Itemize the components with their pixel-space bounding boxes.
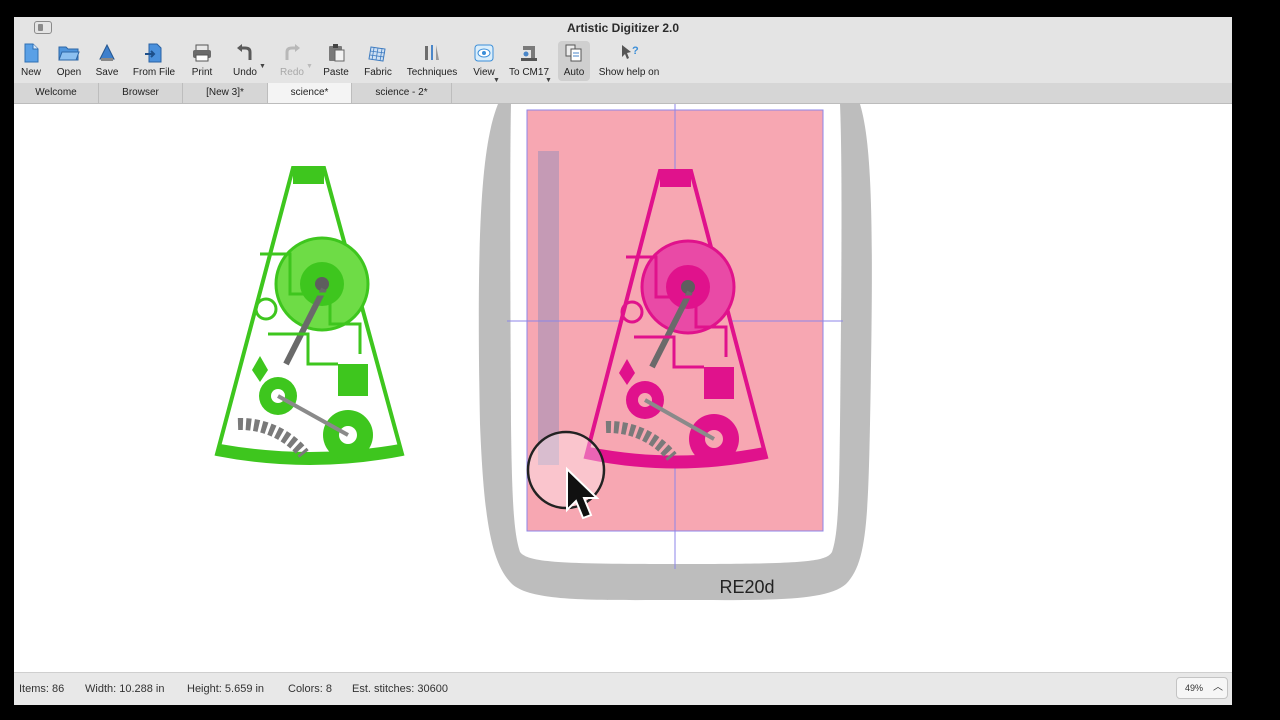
redo-icon	[280, 41, 304, 65]
zoom-value: 49%	[1185, 683, 1204, 693]
paste-icon	[324, 41, 348, 65]
to-cm17-button[interactable]: To CM17	[509, 41, 550, 81]
save-icon	[95, 41, 119, 65]
view-button[interactable]: View	[472, 41, 496, 81]
open-folder-icon	[57, 41, 81, 65]
zoom-control[interactable]: 49% ︿	[1176, 677, 1228, 699]
printer-icon	[190, 41, 214, 65]
auto-digitize-icon	[562, 41, 586, 65]
green-embroidery-design[interactable]	[214, 166, 405, 465]
toolbar: New Open Save From File Print Undo ▼ Red…	[14, 39, 1232, 84]
new-button[interactable]: New	[20, 41, 42, 81]
paste-label: Paste	[323, 67, 349, 78]
undo-dropdown-icon[interactable]: ▼	[259, 63, 266, 70]
undo-label: Undo	[233, 67, 257, 78]
app-window: Artistic Digitizer 2.0 New Open Save Fro…	[14, 17, 1232, 705]
status-stitches: Est. stitches: 30600	[352, 683, 448, 695]
from-file-label: From File	[132, 67, 176, 78]
save-label: Save	[95, 67, 119, 78]
auto-label: Auto	[563, 67, 585, 78]
status-items: Items: 86	[19, 683, 65, 695]
new-label: New	[20, 67, 41, 78]
new-document-icon	[19, 41, 43, 65]
tab-new-3[interactable]: [New 3]*	[183, 83, 268, 103]
techniques-icon	[420, 41, 444, 65]
techniques-label: Techniques	[406, 67, 458, 78]
fabric-label: Fabric	[364, 67, 392, 78]
hoop-label: RE20d	[719, 577, 774, 597]
status-height: Height: 5.659 in	[187, 683, 265, 695]
print-button[interactable]: Print	[189, 41, 215, 81]
from-file-button[interactable]: From File	[132, 41, 176, 81]
status-bar: Items: 86 Width: 10.288 in Height: 5.659…	[14, 672, 1232, 705]
help-cursor-icon: ?	[617, 41, 641, 65]
undo-button[interactable]: Undo	[232, 41, 258, 81]
window-title: Artistic Digitizer 2.0	[566, 21, 680, 35]
redo-dropdown-icon[interactable]: ▼	[306, 63, 313, 70]
tab-science[interactable]: science*	[268, 83, 352, 103]
show-help-on-button[interactable]: ? Show help on	[598, 41, 660, 81]
redo-button[interactable]: Redo	[280, 41, 304, 81]
paste-button[interactable]: Paste	[323, 41, 349, 81]
design-canvas[interactable]: RE20d	[14, 104, 1232, 672]
status-width: Width: 10.288 in	[85, 683, 165, 695]
title-bar: Artistic Digitizer 2.0	[14, 17, 1232, 39]
save-button[interactable]: Save	[96, 41, 118, 81]
tab-science-2[interactable]: science - 2*	[352, 83, 452, 103]
tab-welcome[interactable]: Welcome	[14, 83, 99, 103]
view-label: View	[473, 67, 495, 78]
fabric-button[interactable]: Fabric	[364, 41, 392, 81]
import-file-icon	[142, 41, 166, 65]
document-tabs: Welcome Browser [New 3]* science* scienc…	[14, 83, 1232, 104]
to-cm17-label: To CM17	[509, 67, 550, 78]
open-label: Open	[56, 67, 82, 78]
status-colors: Colors: 8	[288, 683, 333, 695]
svg-text:?: ?	[632, 45, 639, 57]
redo-label: Redo	[280, 67, 304, 78]
undo-icon	[233, 41, 257, 65]
sidebar-toggle-icon[interactable]	[34, 21, 52, 34]
selection-handle[interactable]	[538, 151, 559, 465]
open-button[interactable]: Open	[56, 41, 82, 81]
techniques-button[interactable]: Techniques	[407, 41, 457, 81]
eye-icon	[472, 41, 496, 65]
chevron-up-icon[interactable]: ︿	[1213, 678, 1223, 698]
tab-browser[interactable]: Browser	[99, 83, 183, 103]
fabric-icon	[366, 41, 390, 65]
sewing-machine-icon	[517, 41, 541, 65]
show-help-on-label: Show help on	[598, 67, 660, 78]
print-label: Print	[191, 67, 213, 78]
auto-button[interactable]: Auto	[558, 41, 590, 81]
